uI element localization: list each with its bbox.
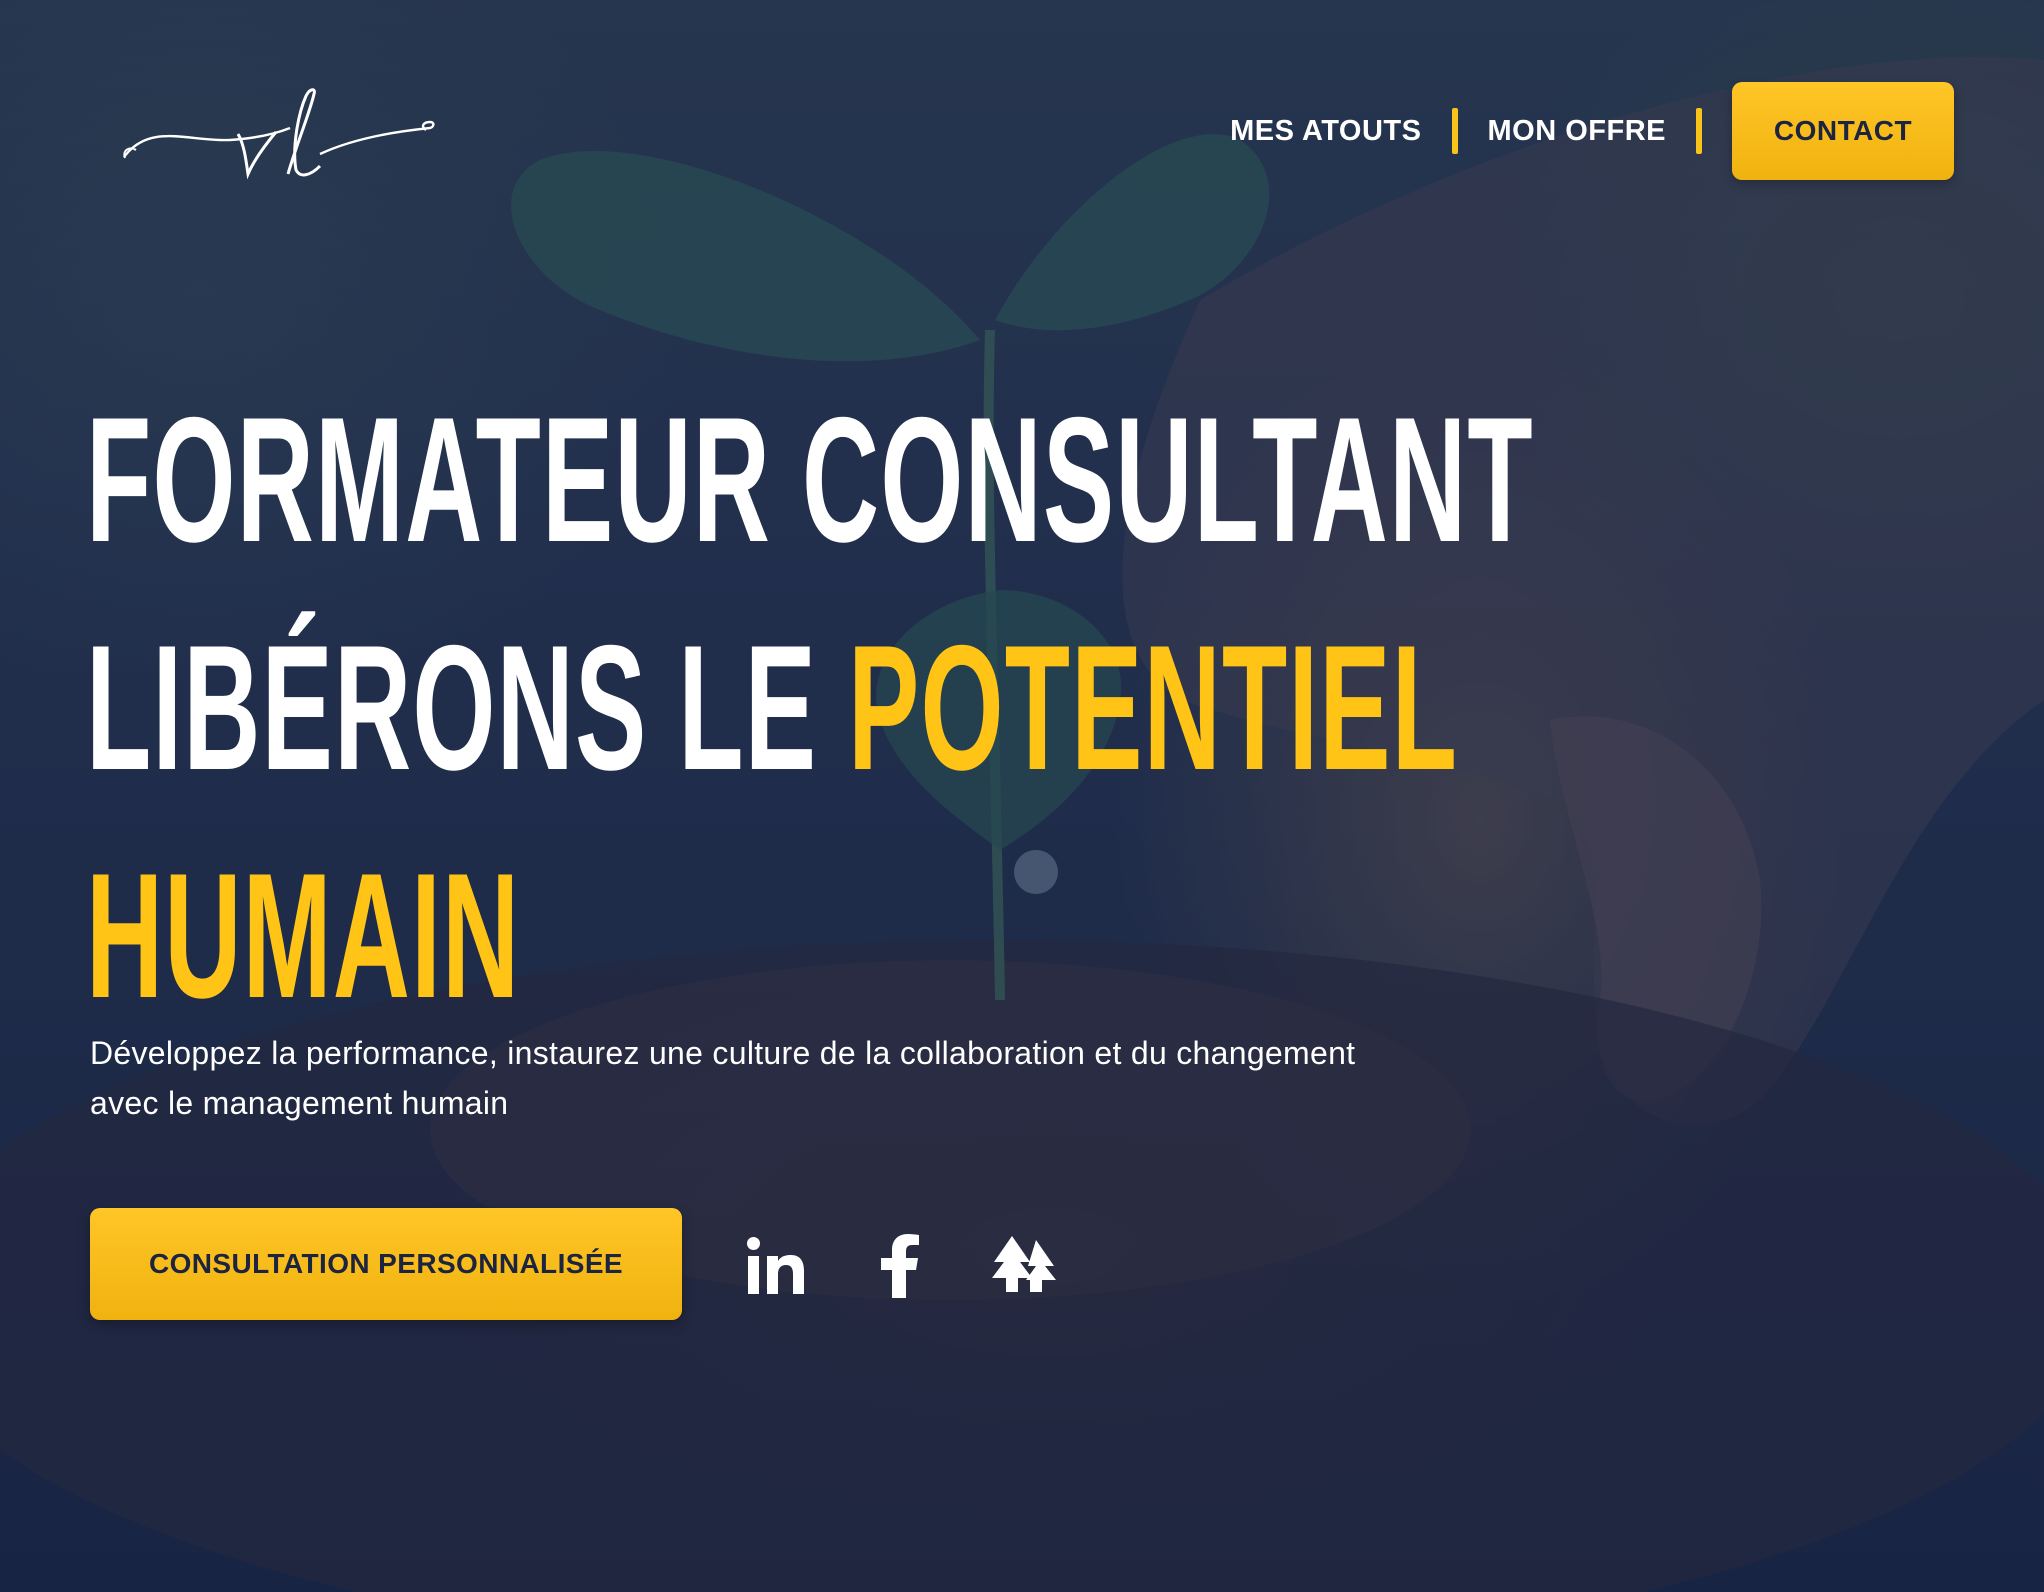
hero-headline: FORMATEUR CONSULTANT LIBÉRONS LE POTENTI… [86,366,1534,1050]
contact-button[interactable]: CONTACT [1732,82,1954,180]
linkedin-icon[interactable] [740,1230,812,1302]
nav-divider [1696,108,1702,154]
headline-line-3: HUMAIN [86,836,521,1035]
hero-section: MES ATOUTS MON OFFRE CONTACT FORMATEUR C… [0,0,2044,1592]
main-nav: MES ATOUTS MON OFFRE CONTACT [1200,82,1954,180]
headline-line-2: LIBÉRONS LE POTENTIEL [86,594,1457,822]
headline-line-2-plain: LIBÉRONS LE [86,608,849,807]
social-links [740,1226,1112,1306]
headline-line-2-accent: POTENTIEL [848,608,1459,807]
consultation-button[interactable]: CONSULTATION PERSONNALISÉE [90,1208,682,1320]
headline-line-1: FORMATEUR CONSULTANT [86,380,1534,579]
site-logo[interactable] [120,82,436,186]
hero-subtitle: Développez la performance, instaurez une… [90,1035,1356,1121]
linktree-icon[interactable] [988,1230,1060,1302]
facebook-icon[interactable] [864,1230,936,1302]
nav-link-mon-offre[interactable]: MON OFFRE [1458,115,1697,148]
nav-link-mes-atouts[interactable]: MES ATOUTS [1200,115,1451,148]
